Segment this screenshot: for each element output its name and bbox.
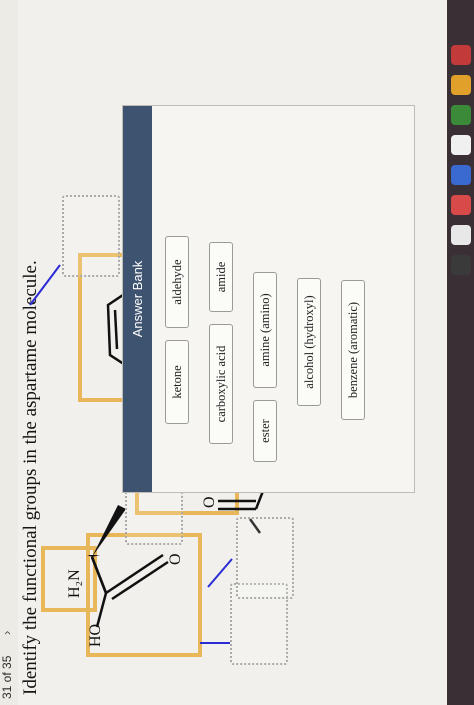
page: 31 of 35 › Identify the functional group… [0,0,474,705]
answer-bank-title: Answer Bank [123,106,152,492]
label-o-acid: O [167,553,184,565]
answer-chip-amine-amino[interactable]: amine (amino) [253,272,277,388]
answer-chip-aldehyde[interactable]: aldehyde [165,236,189,328]
app-icon[interactable] [451,105,471,125]
label-o-amide: O [201,496,218,508]
footer-links-row [14,190,32,510]
app-icon[interactable] [451,225,471,245]
answer-bank: Answer Bank ketone aldehyde carboxylic a… [122,105,415,493]
answer-chip-ketone[interactable]: ketone [165,340,189,424]
answer-chip-alcohol-hydroxyl[interactable]: alcohol (hydroxyl) [297,278,321,406]
drop-target-5[interactable] [62,195,120,277]
app-icon[interactable] [451,195,471,215]
app-icon[interactable] [451,45,471,65]
label-h2n: H₂N [66,569,83,598]
app-icon[interactable] [451,135,471,155]
app-icon[interactable] [451,165,471,185]
answer-chip-ester[interactable]: ester [253,400,277,462]
label-ho: HO [87,624,104,647]
drop-target-2[interactable] [236,517,294,599]
app-icon[interactable] [451,75,471,95]
answer-chip-benzene-aromatic[interactable]: benzene (aromatic) [341,280,365,420]
answer-chip-amide[interactable]: amide [209,242,233,312]
app-icon[interactable] [451,255,471,275]
answer-chip-carboxylic-acid[interactable]: carboxylic acid [209,324,233,444]
